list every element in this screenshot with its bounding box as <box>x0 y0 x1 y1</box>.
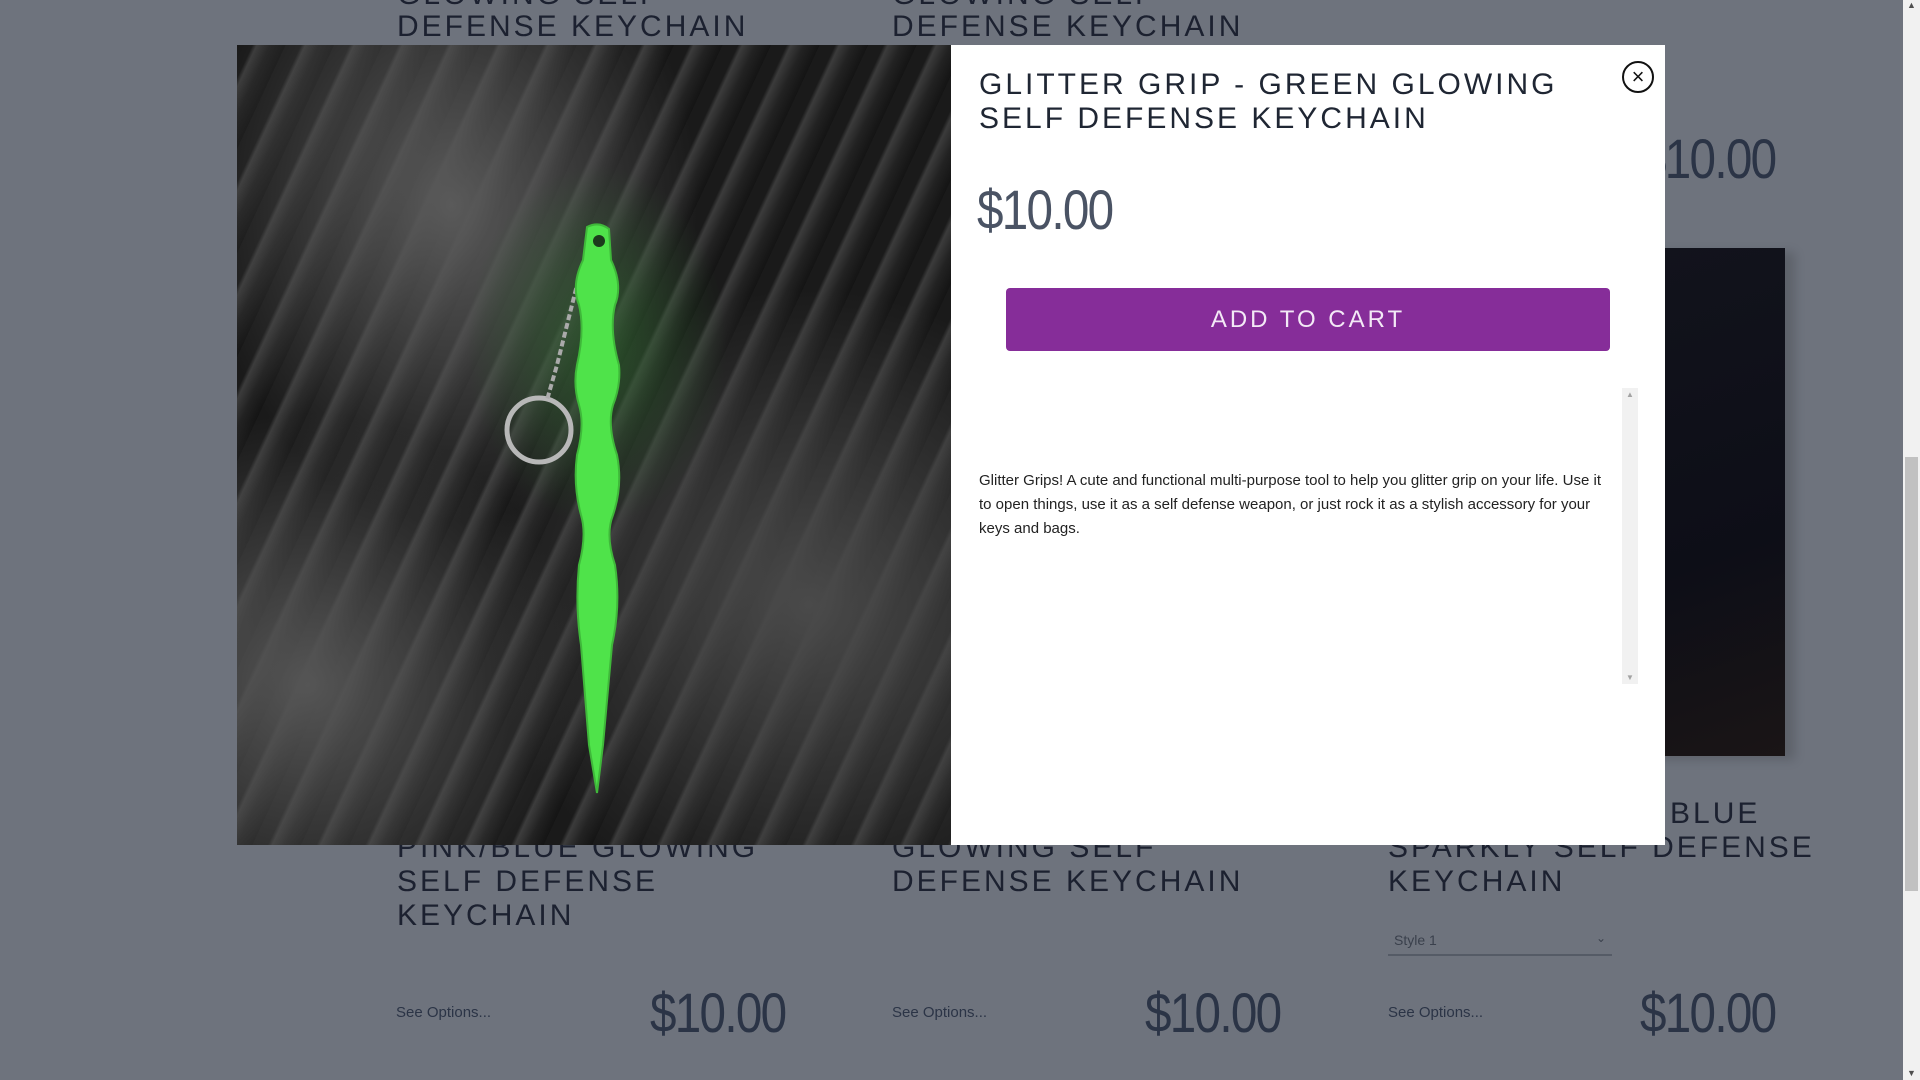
page-scrollbar[interactable]: ▲ ▼ <box>1903 0 1920 1080</box>
scroll-down-icon[interactable]: ▼ <box>1903 1068 1920 1078</box>
style-select-value: Style 1 <box>1394 932 1437 948</box>
product-price: $10.00 <box>650 981 787 1044</box>
modal-details: GLITTER GRIP - GREEN GLOWING SELF DEFENS… <box>951 45 1665 845</box>
scroll-down-icon[interactable]: ▼ <box>1622 673 1638 682</box>
product-price: $10.00 <box>1640 981 1777 1044</box>
style-select[interactable]: Style 1 ⌄ <box>1388 928 1612 956</box>
see-options-link[interactable]: See Options... <box>892 1004 987 1021</box>
scroll-up-icon[interactable]: ▲ <box>1622 390 1638 399</box>
see-options-link[interactable]: See Options... <box>396 1004 491 1021</box>
modal-product-title: GLITTER GRIP - GREEN GLOWING SELF DEFENS… <box>979 68 1558 135</box>
keychain-body <box>574 223 621 794</box>
product-photo <box>237 45 951 845</box>
close-circle-icon[interactable]: × <box>1622 61 1654 93</box>
scrollbar-thumb[interactable] <box>1905 457 1918 891</box>
product-description: Glitter Grips! A cute and functional mul… <box>979 472 1601 537</box>
add-to-cart-button[interactable]: ADD TO CART <box>1006 288 1610 351</box>
product-title-line[interactable]: DEFENSE KEYCHAIN <box>397 10 748 44</box>
description-scrollbar[interactable]: ▲ ▼ <box>1622 388 1638 684</box>
product-title-line[interactable]: KEYCHAIN <box>397 899 574 933</box>
modal-product-price: $10.00 <box>977 178 1114 241</box>
product-title-line[interactable]: DEFENSE KEYCHAIN <box>892 865 1243 899</box>
quick-view-modal: GLITTER GRIP - GREEN GLOWING SELF DEFENS… <box>237 45 1665 845</box>
chevron-down-icon: ⌄ <box>1595 931 1606 945</box>
product-title-line[interactable]: KEYCHAIN <box>1388 865 1565 899</box>
product-title-line[interactable]: DEFENSE KEYCHAIN <box>892 10 1243 44</box>
product-title-line[interactable]: SELF DEFENSE <box>397 865 658 899</box>
product-price: $10.00 <box>1145 981 1282 1044</box>
product-title-line[interactable]: BLUE <box>1670 797 1760 831</box>
scroll-up-icon[interactable]: ▲ <box>1903 0 1920 10</box>
description-box[interactable]: Glitter Grips! A cute and functional mul… <box>979 388 1638 684</box>
see-options-link[interactable]: See Options... <box>1388 1004 1483 1021</box>
